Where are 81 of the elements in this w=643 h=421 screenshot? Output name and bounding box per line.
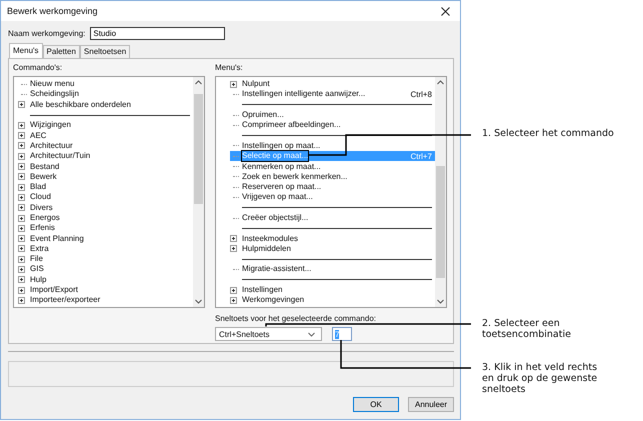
list-item[interactable]: Energos xyxy=(30,213,60,223)
list-item[interactable]: Scheidingslijn xyxy=(30,89,79,100)
list-item[interactable]: Instellingen xyxy=(242,285,282,296)
shortcut-text: Ctrl+8 xyxy=(410,90,432,99)
field-label: Naam werkomgeving: xyxy=(8,28,86,38)
expand-icon[interactable] xyxy=(18,142,25,150)
tab[interactable]: Sneltoetsen xyxy=(80,45,130,58)
list-item[interactable]: Bewerk xyxy=(30,172,57,182)
expand-icon[interactable] xyxy=(18,194,25,201)
tab[interactable]: Menu's xyxy=(9,43,43,58)
list-item[interactable]: Divers xyxy=(30,202,53,213)
list-item[interactable]: Kenmerken op maat... xyxy=(242,162,321,172)
expand-icon[interactable] xyxy=(18,122,25,129)
list-label: Commando's: xyxy=(13,63,64,73)
list-item[interactable]: Extra xyxy=(30,244,49,254)
list-item[interactable]: Instellingen op maat... xyxy=(242,140,320,151)
shortcut-text: Ctrl+7 xyxy=(410,152,432,161)
expand-icon[interactable] xyxy=(230,235,237,242)
expand-icon[interactable] xyxy=(18,276,25,284)
list-item[interactable]: Creëer objectstijl... xyxy=(242,213,308,223)
list-item[interactable]: Werkomgevingen xyxy=(242,295,304,306)
expand-icon[interactable] xyxy=(18,235,25,242)
expand-icon[interactable] xyxy=(18,152,25,160)
close-icon[interactable] xyxy=(441,6,450,16)
list-item[interactable]: Vrijgeven op maat... xyxy=(242,192,313,202)
expand-icon[interactable] xyxy=(18,163,25,170)
expand-icon[interactable] xyxy=(18,245,25,252)
list-item[interactable]: Migratie-assistent... xyxy=(242,264,312,274)
expand-icon[interactable] xyxy=(230,245,237,252)
expand-icon[interactable] xyxy=(18,256,25,263)
list-item[interactable]: Bestand xyxy=(30,162,60,172)
list-item[interactable]: Event Planning xyxy=(30,234,84,244)
name-field[interactable]: Studio xyxy=(90,26,226,40)
expand-icon[interactable] xyxy=(18,214,25,222)
expand-icon[interactable] xyxy=(18,286,25,294)
callout-text: 3. Klik in het veld rechts en druk op de gewenste sneltoets xyxy=(482,362,598,395)
expand-icon[interactable] xyxy=(230,80,237,88)
expand-icon[interactable] xyxy=(18,204,25,212)
expand-icon[interactable] xyxy=(230,296,237,304)
list-item[interactable]: Insteekmodules xyxy=(242,234,298,244)
list-item[interactable]: Cloud xyxy=(30,192,51,202)
dialog-button[interactable]: OK xyxy=(353,397,399,412)
chevron-icon xyxy=(308,332,315,336)
expand-icon[interactable] xyxy=(18,132,25,140)
list-item[interactable]: Blad xyxy=(30,182,46,192)
list-item[interactable]: Architectuur/Tuin xyxy=(30,151,90,162)
callout-text: 1. Selecteer het commando xyxy=(482,128,615,139)
tab[interactable]: Paletten xyxy=(42,45,80,58)
scrollbar[interactable] xyxy=(193,77,204,307)
list-item[interactable]: Alle beschikbare onderdelen xyxy=(30,100,131,110)
list-item[interactable]: Instellingen intelligente aanwijzer... xyxy=(242,89,366,100)
expand-icon[interactable] xyxy=(18,173,25,180)
list-item[interactable]: Architectuur xyxy=(30,140,73,151)
scrollbar[interactable] xyxy=(435,77,446,307)
list-item[interactable]: GIS xyxy=(30,264,44,274)
list-item[interactable]: Comprimeer afbeeldingen... xyxy=(242,120,341,130)
list-item[interactable]: Importeer/exporteer xyxy=(30,295,100,306)
expand-icon[interactable] xyxy=(230,286,237,294)
list-item[interactable]: Import/Export xyxy=(30,285,78,296)
expand-icon[interactable] xyxy=(18,266,25,273)
expand-icon[interactable] xyxy=(18,184,25,191)
list-item[interactable]: Wijzigingen xyxy=(30,120,71,130)
expand-icon[interactable] xyxy=(18,224,25,232)
list-item[interactable]: Hulpmiddelen xyxy=(242,244,291,254)
list-item[interactable]: Zoek en bewerk kenmerken... xyxy=(242,172,348,182)
expand-icon[interactable] xyxy=(18,296,25,304)
modifier-dropdown[interactable]: Ctrl+Sneltoets xyxy=(215,327,322,341)
list-item[interactable]: Erfenis xyxy=(30,223,55,234)
list-item[interactable]: AEC xyxy=(30,130,46,141)
window-title: Bewerk werkomgeving xyxy=(7,6,98,16)
list-item[interactable]: File xyxy=(30,254,43,264)
callout-text: 2. Selecteer een toetsencombinatie xyxy=(482,318,572,340)
expand-icon[interactable] xyxy=(18,101,25,108)
list-item[interactable]: Hulp xyxy=(30,274,46,285)
list-item[interactable]: Nieuw menu xyxy=(30,79,74,90)
list-item[interactable]: Opruimen... xyxy=(242,110,284,120)
list-label: Menu's: xyxy=(215,63,244,73)
list-item[interactable]: Reserveren op maat... xyxy=(242,182,322,192)
list-item[interactable]: Nulpunt xyxy=(242,79,270,90)
dialog-button[interactable]: Annuleer xyxy=(408,397,454,412)
shortcut-label: Sneltoets voor het geselecteerde commando: xyxy=(215,314,377,324)
